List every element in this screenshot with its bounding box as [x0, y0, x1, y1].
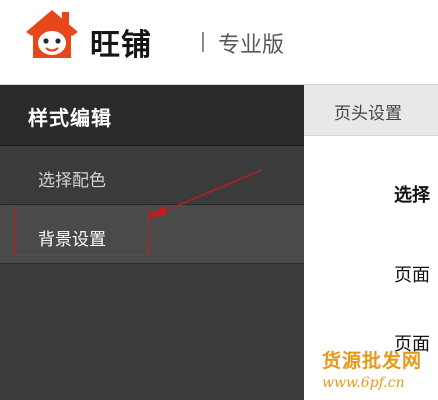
watermark-text: 货源批发网: [322, 350, 423, 372]
annotation-arrow: [150, 169, 263, 218]
watermark: 货源批发网 www.6pf.cn: [322, 346, 432, 391]
watermark-url: www.6pf.cn: [322, 375, 405, 391]
